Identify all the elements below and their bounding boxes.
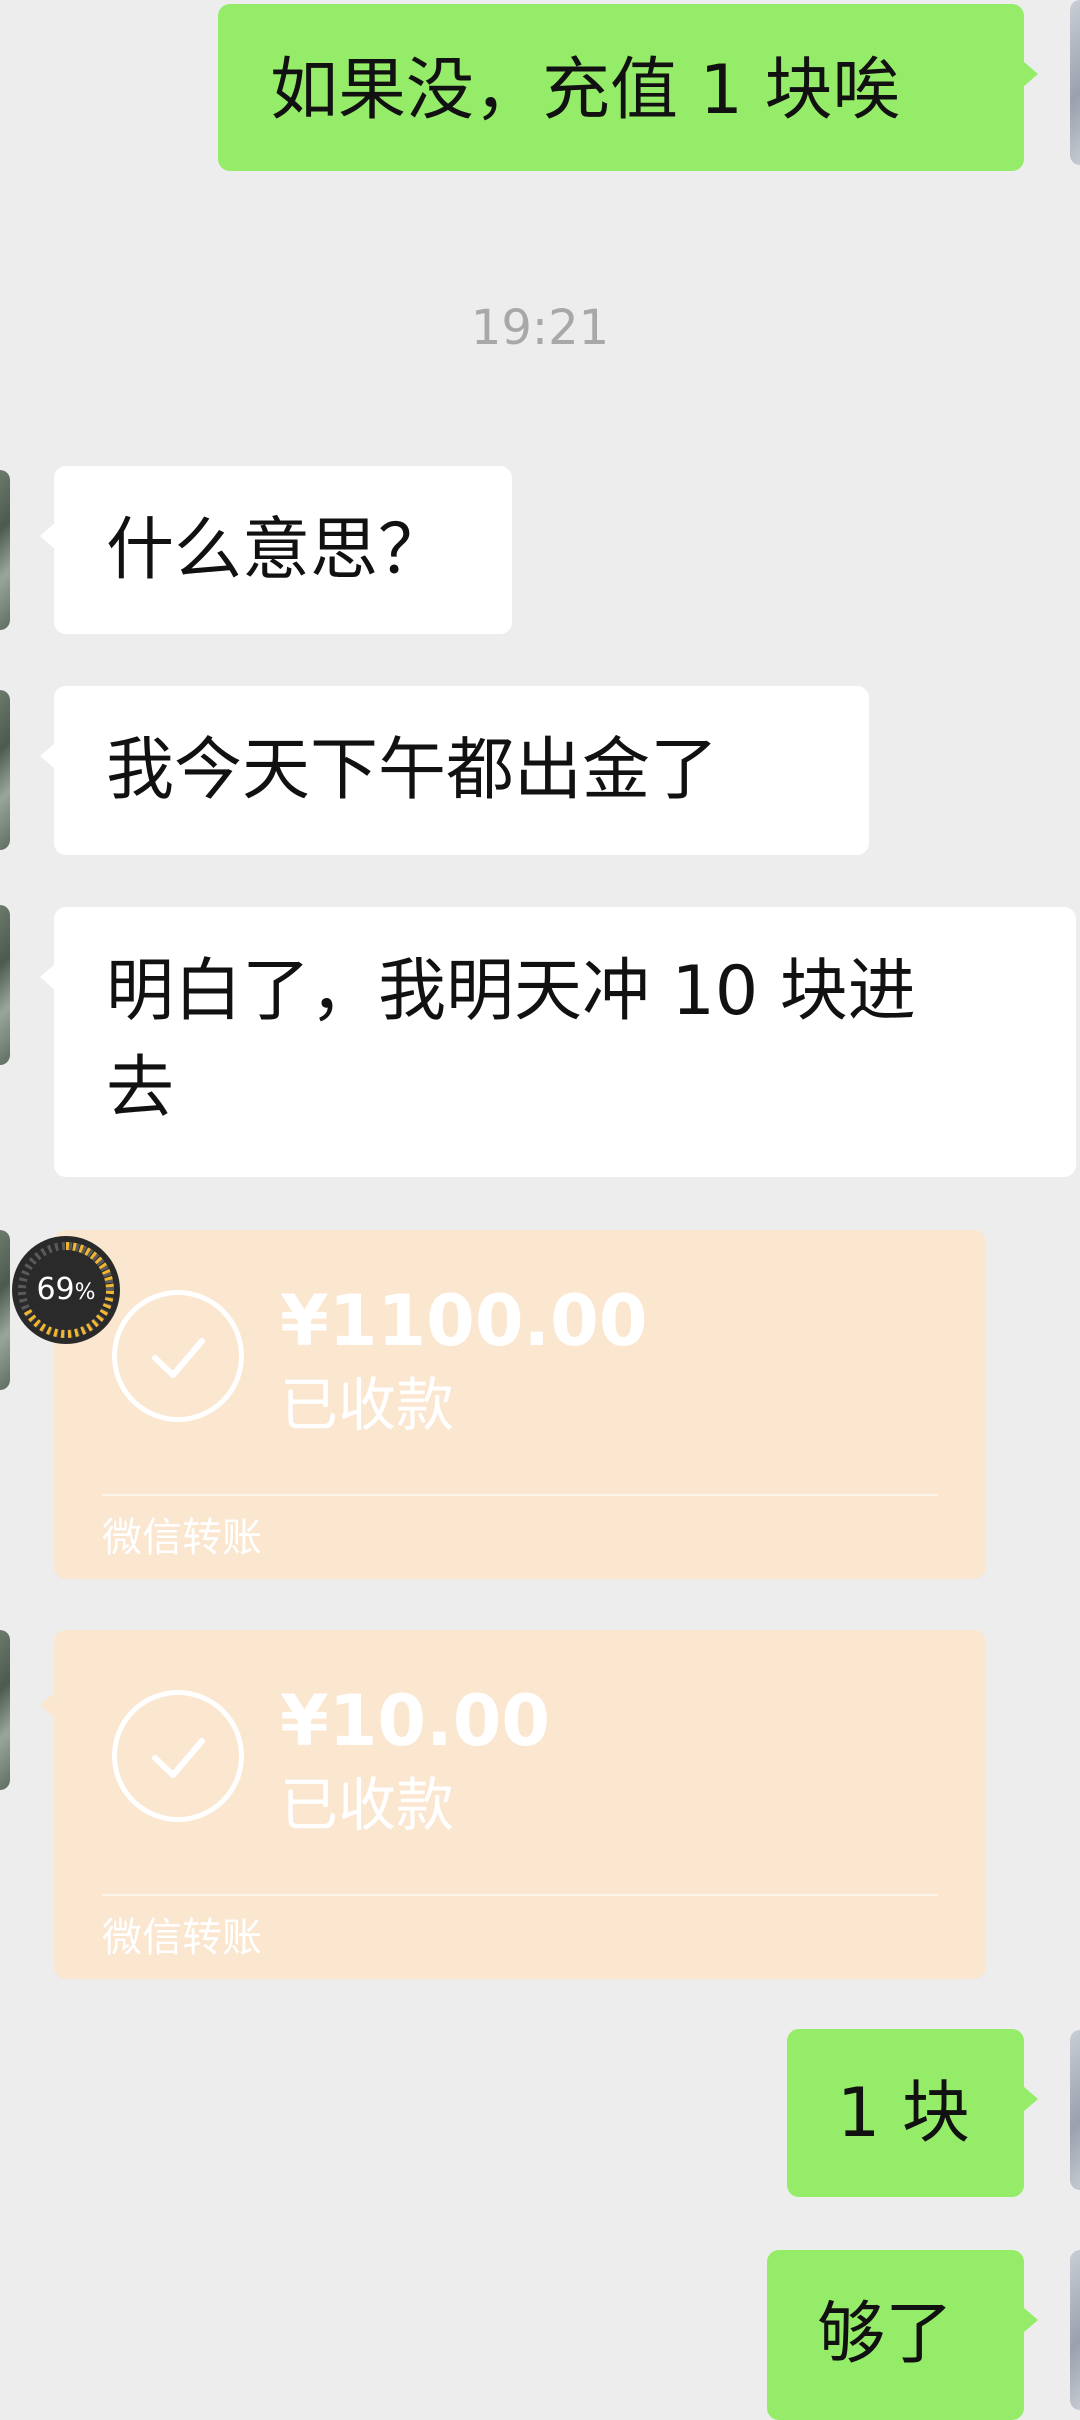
message-bubble-incoming[interactable]: 我今天下午都出金了 <box>40 686 869 855</box>
divider <box>102 1894 938 1896</box>
progress-badge[interactable]: 69% <box>12 1236 120 1344</box>
check-circle-icon <box>112 1290 244 1422</box>
avatar[interactable] <box>1070 2030 1080 2190</box>
avatar[interactable] <box>1070 0 1080 165</box>
message-bubble-outgoing[interactable]: 够了 <box>767 2250 1038 2420</box>
message-bubble-outgoing[interactable]: 1 块 <box>787 2029 1038 2197</box>
message-text-line: 明白了，我明天冲 10 块进 <box>106 952 916 1031</box>
message-text: 够了 <box>817 2295 954 2374</box>
transfer-footer: 微信转账 <box>102 1515 262 1561</box>
message-bubble-incoming[interactable]: 什么意思？ <box>40 466 512 634</box>
message-text-line: 去 <box>106 1049 175 1128</box>
transfer-status: 已收款 <box>280 1371 455 1439</box>
divider <box>102 1494 938 1496</box>
transfer-card[interactable]: ¥1100.00 已收款 微信转账 <box>40 1230 986 1579</box>
timestamp: 19:21 <box>470 300 610 356</box>
message-bubble-outgoing[interactable]: 如果没，充值 1 块唉 <box>218 4 1038 171</box>
avatar[interactable] <box>0 690 10 850</box>
avatar[interactable] <box>0 1630 10 1790</box>
message-text: 什么意思？ <box>106 511 447 590</box>
avatar[interactable] <box>0 905 10 1065</box>
message-text: 如果没，充值 1 块唉 <box>270 51 901 130</box>
progress-value: 69% <box>36 1272 96 1307</box>
transfer-status: 已收款 <box>280 1771 455 1839</box>
avatar[interactable] <box>0 1230 10 1390</box>
avatar[interactable] <box>1070 2250 1080 2410</box>
message-text: 1 块 <box>837 2074 970 2153</box>
transfer-card[interactable]: ¥10.00 已收款 微信转账 <box>40 1630 986 1979</box>
check-circle-icon <box>112 1690 244 1822</box>
transfer-footer: 微信转账 <box>102 1915 262 1961</box>
transfer-amount: ¥1100.00 <box>280 1280 648 1362</box>
message-text: 我今天下午都出金了 <box>106 731 719 810</box>
message-bubble-incoming[interactable]: 明白了，我明天冲 10 块进 去 <box>40 907 1076 1177</box>
avatar[interactable] <box>0 470 10 630</box>
transfer-amount: ¥10.00 <box>280 1680 551 1762</box>
